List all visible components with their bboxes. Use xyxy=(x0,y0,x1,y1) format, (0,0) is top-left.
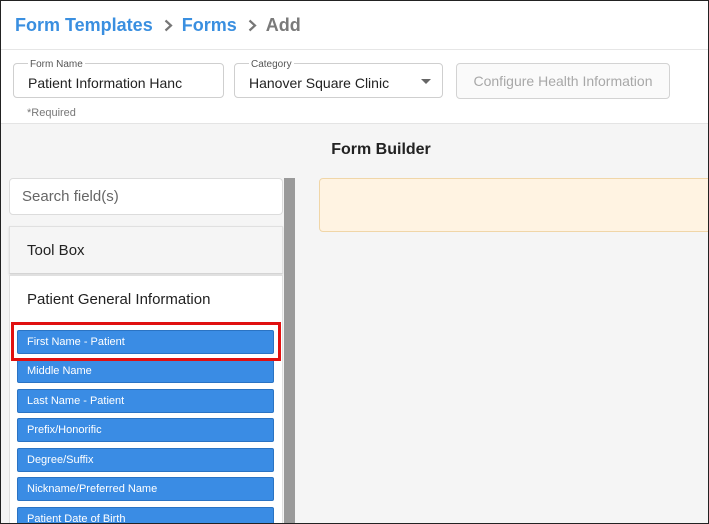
dropdown-caret-icon xyxy=(421,79,431,84)
configure-health-information-button[interactable]: Configure Health Information xyxy=(456,63,670,99)
breadcrumb-current: Add xyxy=(265,14,301,35)
chevron-right-icon xyxy=(164,19,173,32)
form-name-field[interactable]: Form Name Patient Information Hanc xyxy=(13,59,224,98)
required-note: *Required xyxy=(27,107,76,119)
breadcrumb: Form Templates Forms Add xyxy=(15,13,301,37)
category-label: Category xyxy=(249,59,294,70)
search-fields[interactable] xyxy=(9,178,283,215)
breadcrumb-form-templates[interactable]: Form Templates xyxy=(15,15,153,36)
toolbox-label: Tool Box xyxy=(27,242,85,259)
form-name-label: Form Name xyxy=(28,59,85,70)
search-input[interactable] xyxy=(10,179,282,214)
chevron-right-icon xyxy=(248,19,257,32)
field-middle-name[interactable]: Middle Name xyxy=(17,359,274,383)
field-nickname-preferred-name[interactable]: Nickname/Preferred Name xyxy=(17,477,274,501)
section-title[interactable]: Patient General Information xyxy=(27,291,210,308)
highlight-annotation xyxy=(11,322,281,361)
category-select[interactable]: Category Hanover Square Clinic xyxy=(234,59,443,98)
field-list-scrollbar[interactable] xyxy=(284,178,295,523)
field-prefix-honorific[interactable]: Prefix/Honorific xyxy=(17,418,274,442)
form-builder-title: Form Builder xyxy=(331,141,431,158)
field-degree-suffix[interactable]: Degree/Suffix xyxy=(17,448,274,472)
form-builder-drop-zone[interactable] xyxy=(319,178,708,232)
breadcrumb-forms[interactable]: Forms xyxy=(182,15,237,36)
form-name-value: Patient Information Hanc xyxy=(28,75,183,91)
toolbox-accordion[interactable]: Tool Box xyxy=(9,226,283,274)
app-frame: Form Templates Forms Add Form Name Patie… xyxy=(0,0,709,524)
field-last-name-patient[interactable]: Last Name - Patient xyxy=(17,389,274,413)
field-patient-date-of-birth[interactable]: Patient Date of Birth xyxy=(17,507,274,523)
category-value: Hanover Square Clinic xyxy=(249,75,390,91)
header-divider xyxy=(1,49,708,50)
